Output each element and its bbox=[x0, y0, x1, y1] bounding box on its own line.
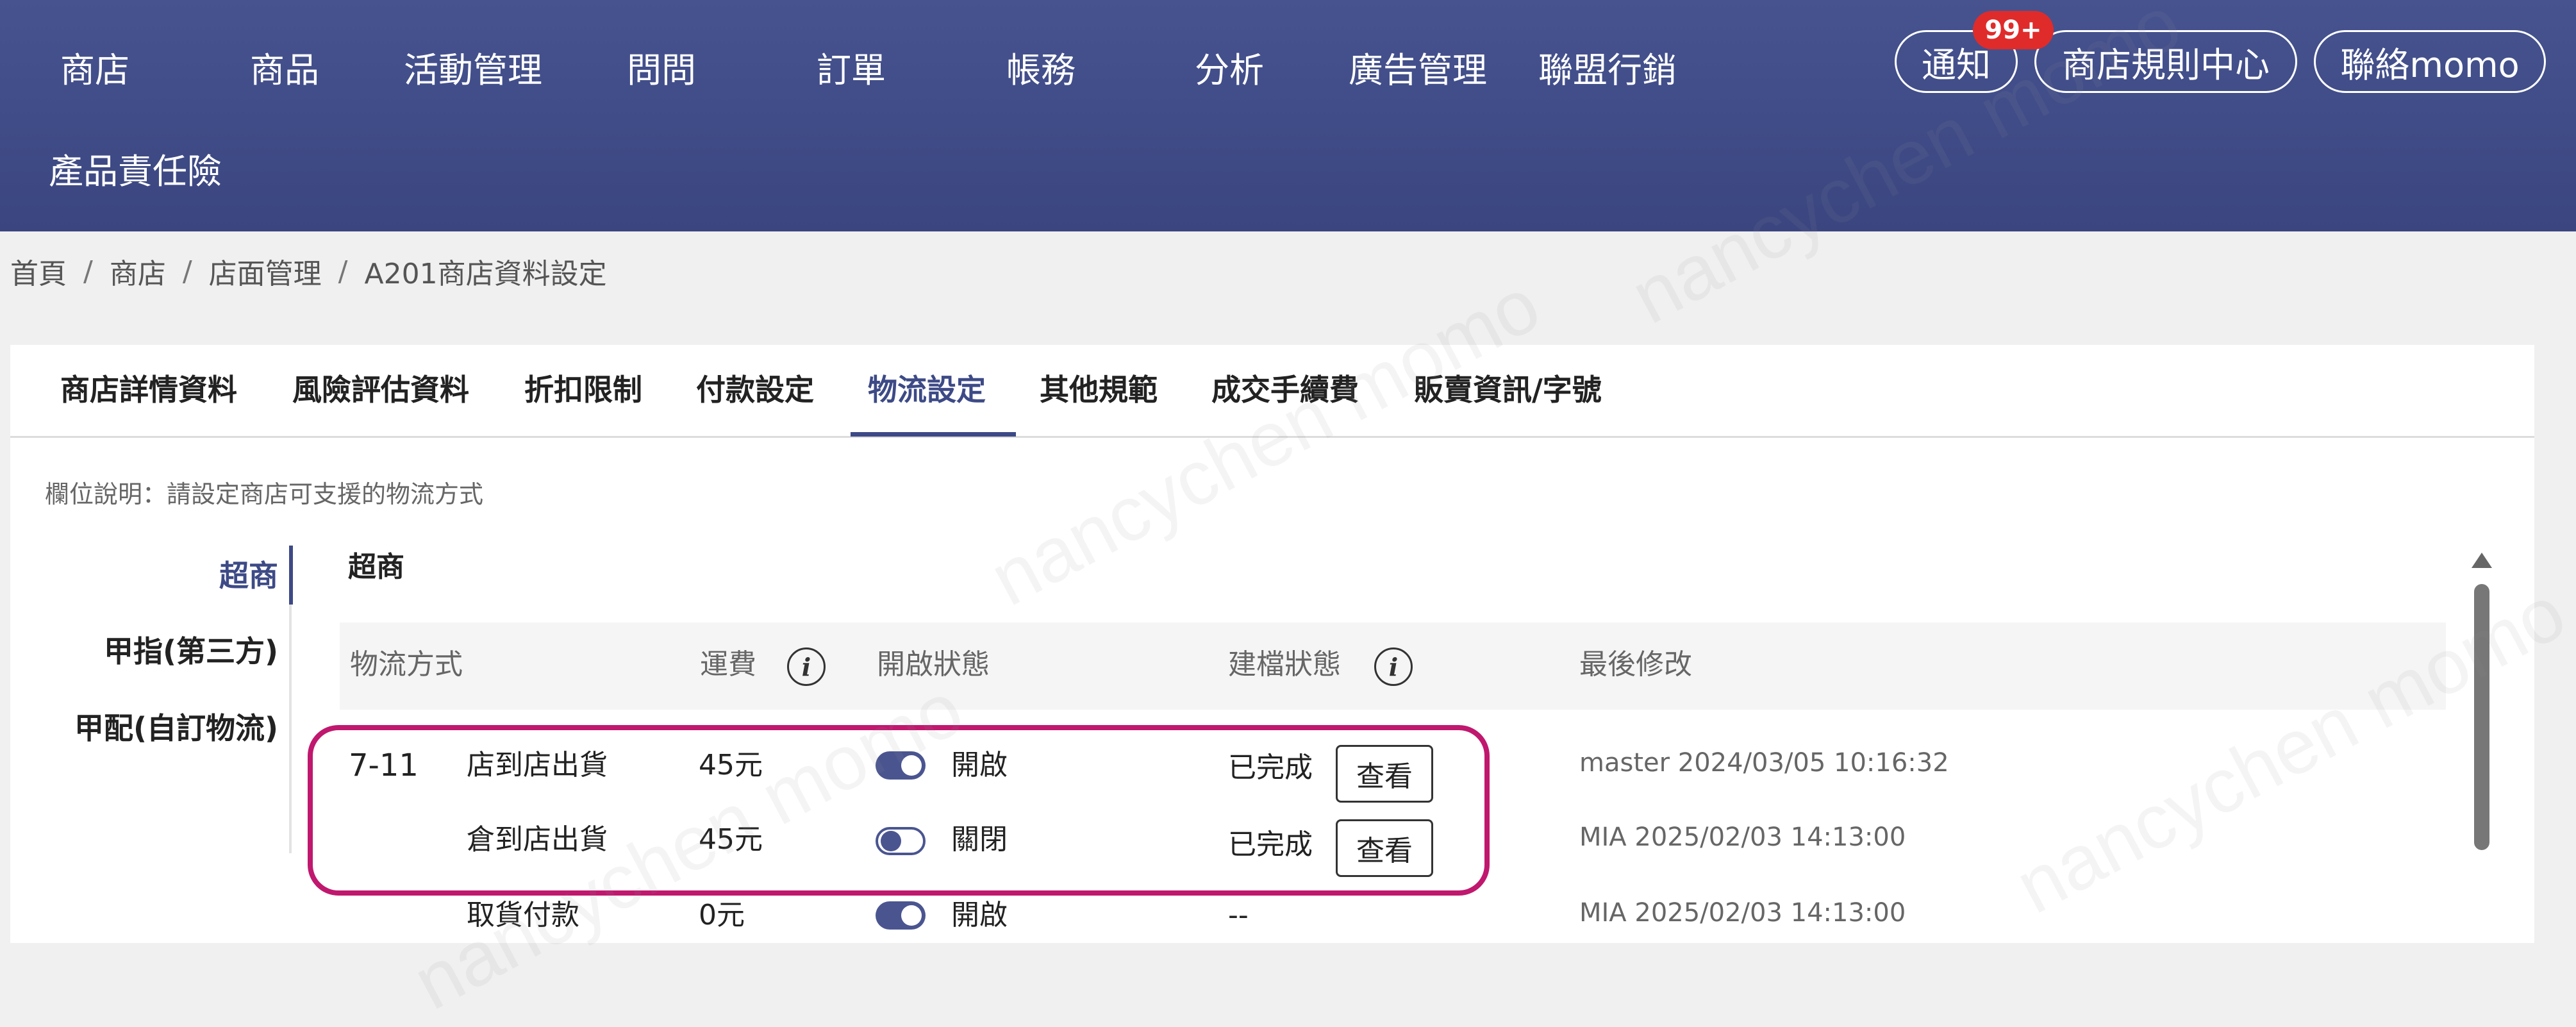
column-header-method: 物流方式 bbox=[350, 648, 463, 681]
toggle-knob bbox=[901, 905, 922, 926]
highlight-annotation bbox=[308, 725, 1490, 896]
breadcrumb-current: A201商店資料設定 bbox=[364, 258, 607, 290]
column-header-fee: 運費 bbox=[700, 648, 756, 681]
nav-product-insurance[interactable]: 產品責任險 bbox=[49, 153, 222, 191]
breadcrumb: 首頁 / 商店 / 店面管理 / A201商店資料設定 bbox=[10, 251, 607, 292]
tab-logistics-settings[interactable]: 物流設定 bbox=[868, 371, 986, 409]
side-nav-convenience-store[interactable]: 超商 bbox=[219, 556, 278, 595]
enable-toggle[interactable] bbox=[876, 901, 926, 930]
tab-discount-limits[interactable]: 折扣限制 bbox=[524, 371, 642, 409]
tab-sales-info[interactable]: 販賣資訊/字號 bbox=[1414, 371, 1602, 409]
tab-risk-assessment[interactable]: 風險評估資料 bbox=[292, 371, 469, 409]
tabs-divider bbox=[10, 436, 2534, 438]
nav-analytics[interactable]: 分析 bbox=[1195, 51, 1264, 90]
nav-affiliate[interactable]: 聯盟行銷 bbox=[1538, 51, 1677, 90]
row-file-status: -- bbox=[1228, 899, 1249, 931]
notification-count-badge: 99+ bbox=[1973, 11, 2054, 49]
row-enabled-status: 開啟 bbox=[951, 899, 1008, 931]
nav-orders[interactable]: 訂單 bbox=[817, 51, 886, 90]
store-rules-label: 商店規則中心 bbox=[2062, 44, 2270, 85]
breadcrumb-storefront[interactable]: 店面管理 bbox=[209, 251, 322, 292]
tab-store-details[interactable]: 商店詳情資料 bbox=[60, 371, 237, 409]
field-description: 欄位說明：請設定商店可支援的物流方式 bbox=[45, 480, 484, 508]
side-nav-third-party[interactable]: 甲指(第三方) bbox=[104, 632, 278, 671]
row-method: 取貨付款 bbox=[467, 899, 579, 931]
tab-other-rules[interactable]: 其他規範 bbox=[1040, 371, 1158, 409]
nav-ads[interactable]: 廣告管理 bbox=[1349, 51, 1487, 90]
breadcrumb-home[interactable]: 首頁 bbox=[10, 251, 67, 292]
contact-label: 聯絡momo bbox=[2340, 44, 2520, 85]
fee-info-icon[interactable]: i bbox=[787, 647, 826, 686]
column-header-file-status: 建檔狀態 bbox=[1228, 648, 1341, 681]
column-header-last-modified: 最後修改 bbox=[1579, 648, 1692, 681]
tab-transaction-fee[interactable]: 成交手續費 bbox=[1211, 371, 1359, 409]
nav-accounting[interactable]: 帳務 bbox=[1006, 51, 1076, 90]
tab-payment-settings[interactable]: 付款設定 bbox=[696, 371, 814, 409]
contact-momo-button[interactable]: 聯絡momo bbox=[2314, 30, 2546, 93]
breadcrumb-store[interactable]: 商店 bbox=[110, 251, 166, 292]
scrollbar-thumb[interactable] bbox=[2474, 584, 2489, 850]
nav-products[interactable]: 商品 bbox=[250, 51, 319, 90]
row-last-modified: MIA 2025/02/03 14:13:00 bbox=[1579, 822, 1906, 852]
breadcrumb-separator: / bbox=[182, 255, 192, 288]
breadcrumb-separator: / bbox=[338, 255, 348, 288]
scroll-up-arrow[interactable] bbox=[2472, 553, 2492, 568]
top-nav-bar: 商店 商品 活動管理 問問 訂單 帳務 分析 廣告管理 聯盟行銷 產品責任險 通… bbox=[0, 0, 2576, 231]
nav-store[interactable]: 商店 bbox=[60, 51, 129, 90]
row-fee: 0元 bbox=[699, 899, 745, 931]
store-rules-center-button[interactable]: 商店規則中心 bbox=[2034, 30, 2297, 93]
column-header-enabled: 開啟狀態 bbox=[877, 648, 990, 681]
file-status-info-icon[interactable]: i bbox=[1374, 647, 1413, 686]
row-last-modified: master 2024/03/05 10:16:32 bbox=[1579, 748, 1949, 778]
side-nav-active-indicator bbox=[289, 546, 293, 605]
active-tab-indicator bbox=[851, 432, 1016, 437]
side-nav-custom-logistics[interactable]: 甲配(自訂物流) bbox=[74, 709, 278, 747]
row-last-modified: MIA 2025/02/03 14:13:00 bbox=[1579, 898, 1906, 928]
nav-campaigns[interactable]: 活動管理 bbox=[404, 51, 542, 90]
nav-questions[interactable]: 問問 bbox=[627, 51, 696, 90]
breadcrumb-separator: / bbox=[83, 255, 93, 288]
section-title: 超商 bbox=[348, 551, 404, 583]
